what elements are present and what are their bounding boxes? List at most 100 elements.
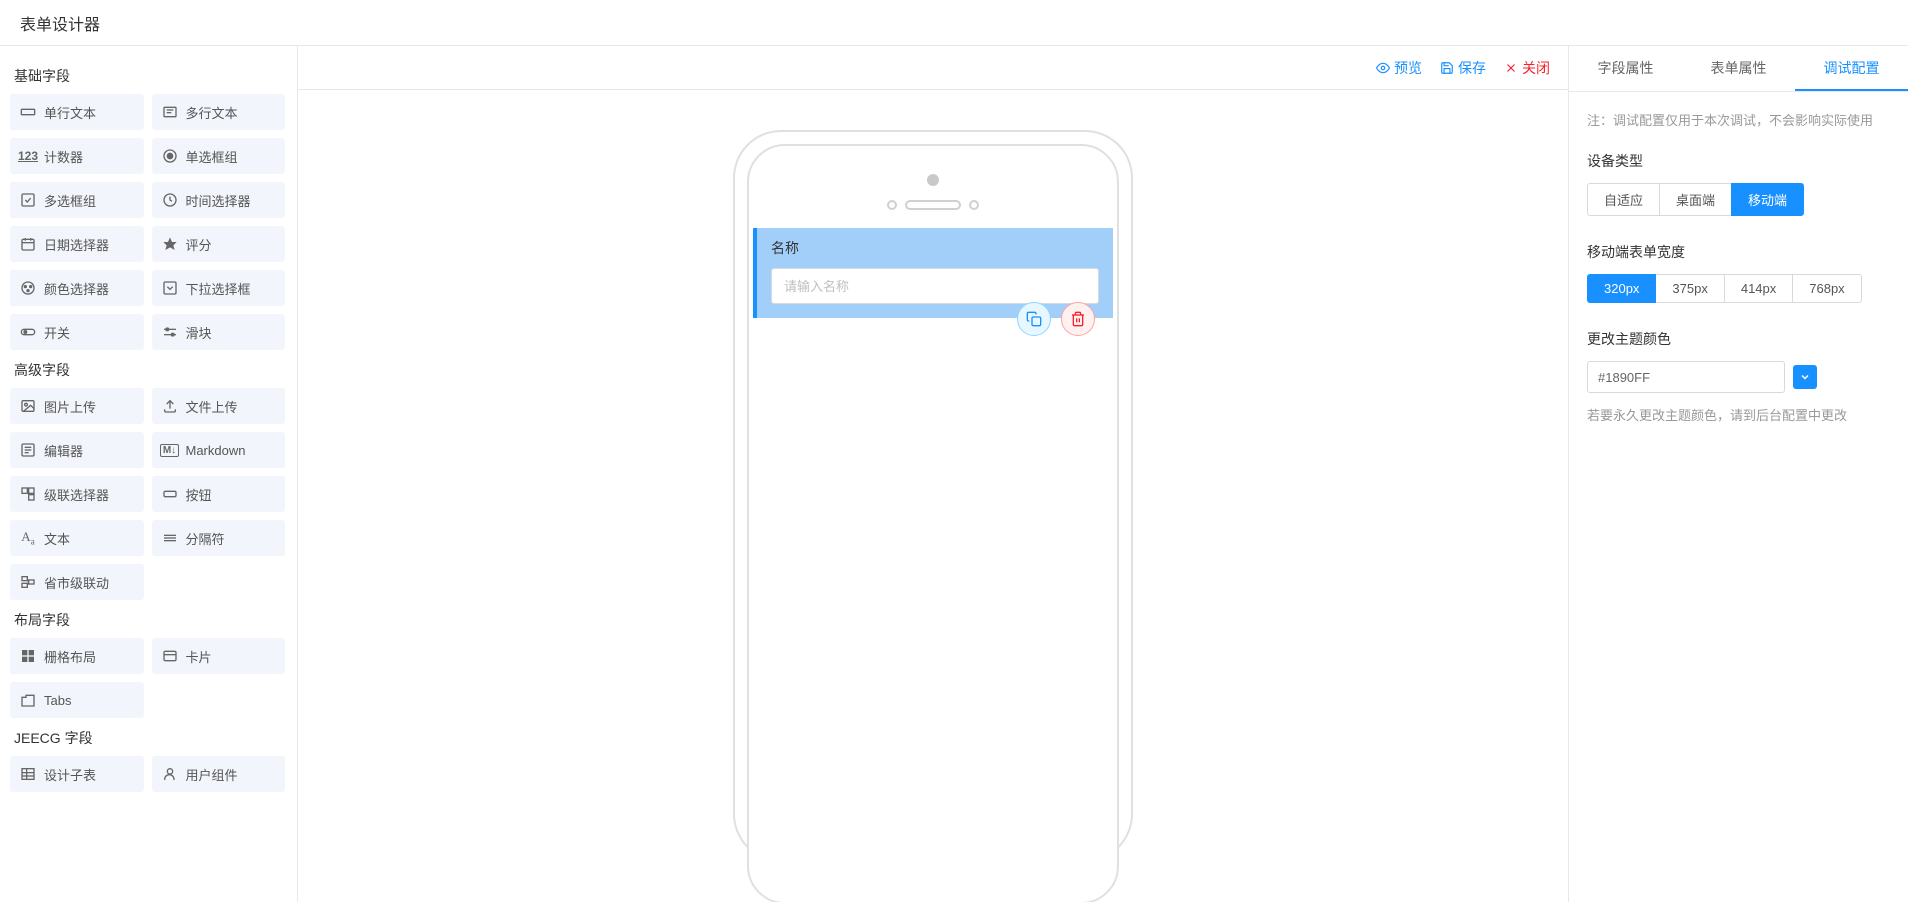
field-item-number[interactable]: 123 计数器 <box>10 138 144 174</box>
mobile-width-option[interactable]: 414px <box>1724 274 1793 303</box>
page-title: 表单设计器 <box>20 11 100 35</box>
mobile-width-option[interactable]: 768px <box>1792 274 1861 303</box>
color-picker-button[interactable] <box>1793 365 1817 389</box>
section-title-basic: 基础字段 <box>10 56 285 94</box>
section-title-advanced: 高级字段 <box>10 350 285 388</box>
canvas-area[interactable]: 名称 <box>298 90 1568 902</box>
field-item-label: 卡片 <box>186 647 212 666</box>
field-item-input[interactable]: 单行文本 <box>10 94 144 130</box>
right-tabs: 字段属性表单属性调试配置 <box>1569 46 1908 92</box>
field-item-label: Tabs <box>44 693 71 708</box>
field-item-checkbox[interactable]: 多选框组 <box>10 182 144 218</box>
field-item-button[interactable]: 按钮 <box>152 476 286 512</box>
select-icon <box>162 280 178 296</box>
field-item-textarea[interactable]: 多行文本 <box>152 94 286 130</box>
field-item-time[interactable]: 时间选择器 <box>152 182 286 218</box>
mobile-width-section: 移动端表单宽度 320px375px414px768px <box>1587 242 1890 303</box>
field-item-text[interactable]: Aa文本 <box>10 520 144 556</box>
field-item-subtable[interactable]: 设计子表 <box>10 756 144 792</box>
field-item-select[interactable]: 下拉选择框 <box>152 270 286 306</box>
field-item-label: 文本 <box>44 529 70 548</box>
field-item-tabs[interactable]: Tabs <box>10 682 144 718</box>
field-item-divider[interactable]: 分隔符 <box>152 520 286 556</box>
checkbox-icon <box>20 192 36 208</box>
field-item-grid[interactable]: 栅格布局 <box>10 638 144 674</box>
field-grid-jeecg: 设计子表用户组件 <box>10 756 285 792</box>
number-icon: 123 <box>20 148 36 164</box>
field-item-card[interactable]: 卡片 <box>152 638 286 674</box>
radio-icon <box>162 148 178 164</box>
field-item-label: 日期选择器 <box>44 235 109 254</box>
copy-field-button[interactable] <box>1017 302 1051 336</box>
time-icon <box>162 192 178 208</box>
field-item-region[interactable]: 省市级联动 <box>10 564 144 600</box>
field-item-label: Markdown <box>186 443 246 458</box>
save-label: 保存 <box>1458 58 1486 78</box>
field-item-star[interactable]: 评分 <box>152 226 286 262</box>
mobile-width-option[interactable]: 320px <box>1587 274 1656 303</box>
card-icon <box>162 648 178 664</box>
theme-color-hint: 若要永久更改主题颜色，请到后台配置中更改 <box>1587 405 1890 424</box>
textarea-icon <box>162 104 178 120</box>
mobile-width-group: 320px375px414px768px <box>1587 274 1890 303</box>
save-icon <box>1440 61 1454 75</box>
name-input[interactable] <box>771 268 1099 304</box>
button-icon <box>162 486 178 502</box>
preview-button[interactable]: 预览 <box>1376 58 1422 78</box>
device-type-option[interactable]: 移动端 <box>1731 183 1804 216</box>
right-panel: 字段属性表单属性调试配置 注：调试配置仅用于本次调试，不会影响实际使用 设备类型… <box>1568 46 1908 902</box>
user-icon <box>162 766 178 782</box>
tab-2[interactable]: 调试配置 <box>1795 46 1908 91</box>
mobile-width-option[interactable]: 375px <box>1655 274 1724 303</box>
device-type-group: 自适应桌面端移动端 <box>1587 183 1890 216</box>
grid-icon <box>20 648 36 664</box>
field-item-date[interactable]: 日期选择器 <box>10 226 144 262</box>
field-grid-layout: 栅格布局 卡片 Tabs <box>10 638 285 718</box>
field-item-label: 评分 <box>186 235 212 254</box>
field-item-label: 下拉选择框 <box>186 279 251 298</box>
field-item-cascade[interactable]: 级联选择器 <box>10 476 144 512</box>
tabs-icon <box>20 692 36 708</box>
field-item-user[interactable]: 用户组件 <box>152 756 286 792</box>
right-content: 注：调试配置仅用于本次调试，不会影响实际使用 设备类型 自适应桌面端移动端 移动… <box>1569 92 1908 902</box>
tab-1[interactable]: 表单属性 <box>1682 46 1795 91</box>
input-icon <box>20 104 36 120</box>
theme-color-row <box>1587 361 1890 393</box>
field-item-editor[interactable]: 编辑器 <box>10 432 144 468</box>
divider-icon <box>162 530 178 546</box>
field-item-label: 栅格布局 <box>44 647 96 666</box>
field-item-label: 计数器 <box>44 147 83 166</box>
form-field-selected[interactable]: 名称 <box>753 228 1113 318</box>
slider-icon <box>162 324 178 340</box>
field-item-label: 图片上传 <box>44 397 96 416</box>
theme-color-input[interactable] <box>1587 361 1785 393</box>
save-button[interactable]: 保存 <box>1440 58 1486 78</box>
field-item-markdown[interactable]: M↓Markdown <box>152 432 286 468</box>
field-grid-advanced: 图片上传 文件上传编辑器M↓Markdown 级联选择器 按钮Aa文本分隔符省市级联动 <box>10 388 285 600</box>
field-item-radio[interactable]: 单选框组 <box>152 138 286 174</box>
date-icon <box>20 236 36 252</box>
tab-0[interactable]: 字段属性 <box>1569 46 1682 91</box>
trash-icon <box>1070 311 1086 327</box>
chevron-down-icon <box>1799 371 1811 383</box>
device-type-section: 设备类型 自适应桌面端移动端 <box>1587 151 1890 216</box>
form-field-label: 名称 <box>771 238 1099 258</box>
device-type-option[interactable]: 桌面端 <box>1659 183 1732 216</box>
center-panel: 预览 保存 关闭 <box>298 46 1568 902</box>
field-item-upload[interactable]: 文件上传 <box>152 388 286 424</box>
field-item-image[interactable]: 图片上传 <box>10 388 144 424</box>
field-item-label: 开关 <box>44 323 70 342</box>
left-panel: 基础字段 单行文本多行文本 123 计数器 单选框组多选框组时间选择器日期选择器 评分颜… <box>0 46 298 902</box>
upload-icon <box>162 398 178 414</box>
device-type-option[interactable]: 自适应 <box>1587 183 1660 216</box>
preview-label: 预览 <box>1394 58 1422 78</box>
theme-color-label: 更改主题颜色 <box>1587 329 1890 349</box>
field-item-label: 级联选择器 <box>44 485 109 504</box>
field-item-switch[interactable]: 开关 <box>10 314 144 350</box>
field-item-label: 颜色选择器 <box>44 279 109 298</box>
field-item-slider[interactable]: 滑块 <box>152 314 286 350</box>
field-item-color[interactable]: 颜色选择器 <box>10 270 144 306</box>
delete-field-button[interactable] <box>1061 302 1095 336</box>
close-button[interactable]: 关闭 <box>1504 58 1550 78</box>
phone-inner: 名称 <box>747 144 1119 902</box>
